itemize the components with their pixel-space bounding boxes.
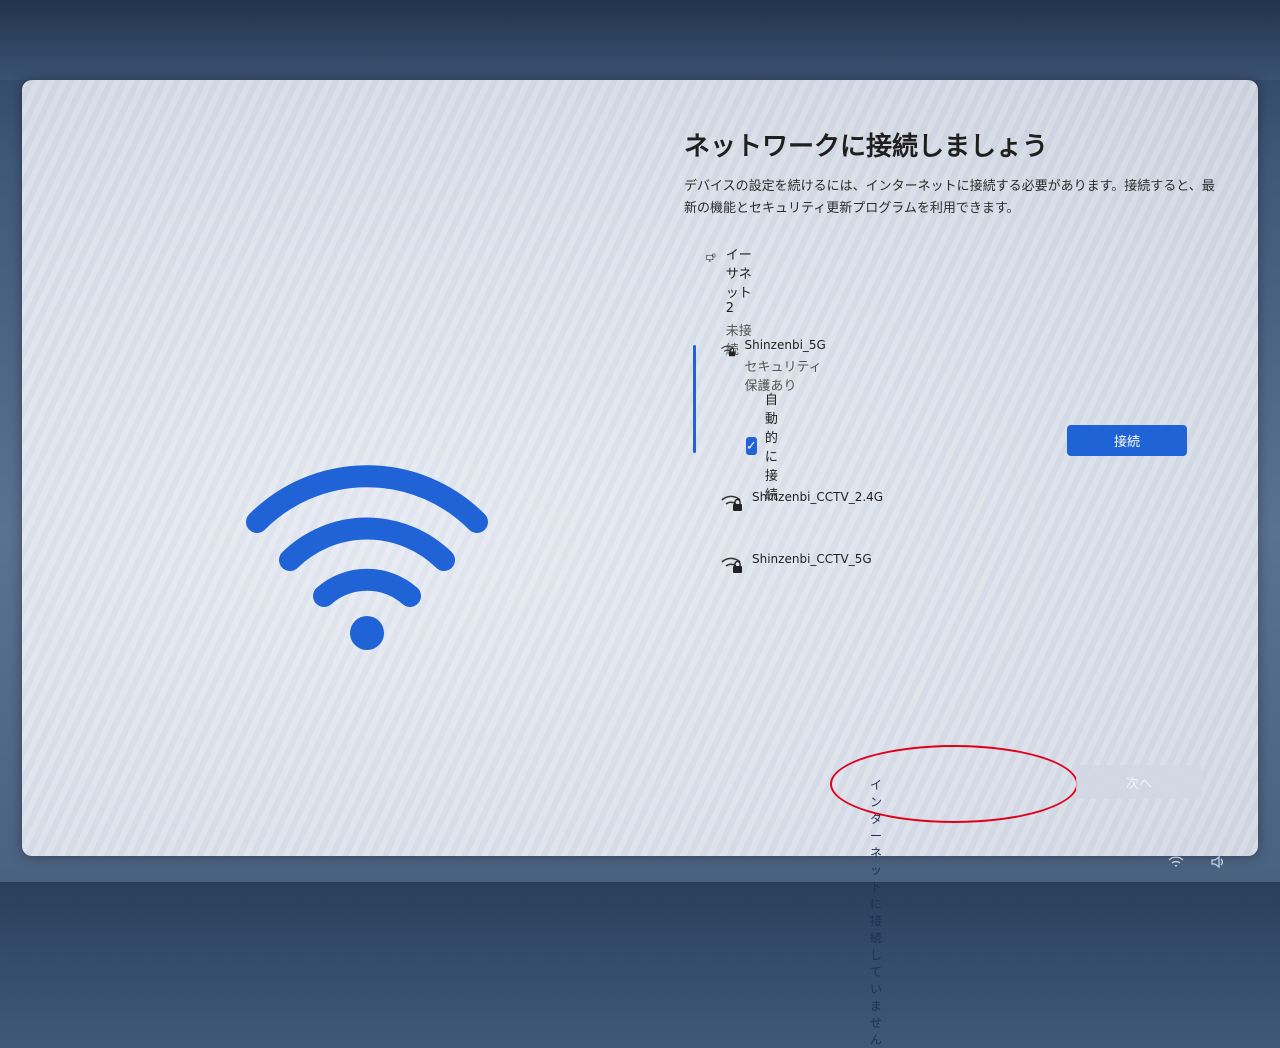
wifi-illustration-icon [246, 465, 488, 650]
screen-bezel [0, 0, 1280, 80]
auto-connect-checkbox[interactable]: ✓ 自動的に接続 [746, 389, 785, 503]
wifi-secure-icon [721, 495, 742, 511]
auto-connect-label: 自動的に接続 [764, 393, 778, 503]
next-button[interactable]: 次へ [1076, 765, 1202, 799]
network-ssid: Shinzenbi_CCTV_5G [752, 552, 872, 566]
network-tray-icon[interactable] [1168, 854, 1184, 870]
volume-tray-icon[interactable] [1210, 854, 1226, 870]
network-ssid: Shinzenbi_5G [744, 338, 826, 352]
network-item-shinzenbi-cctv-24g[interactable]: Shinzenbi_CCTV_2.4G [720, 490, 883, 512]
wifi-secure-icon [720, 345, 736, 357]
checkmark-icon: ✓ [746, 437, 757, 455]
ethernet-icon [706, 253, 716, 262]
page-title: ネットワークに接続しましょう [684, 132, 1049, 162]
network-ssid: Shinzenbi_CCTV_2.4G [752, 490, 884, 504]
network-item-shinzenbi-cctv-5g[interactable]: Shinzenbi_CCTV_5G [720, 552, 872, 574]
network-item-shinzenbi-5g[interactable]: Shinzenbi_5G セキュリティ保護あり [720, 338, 833, 394]
page-description: デバイスの設定を続けるには、インターネットに接続する必要があります。接続すると、… [684, 179, 1215, 216]
annotation-highlight-oval [830, 745, 1078, 823]
ethernet-name: イーサネット 2 [725, 248, 752, 316]
no-internet-link[interactable]: インターネットに接続していません [870, 776, 882, 1048]
wifi-secure-icon [721, 557, 742, 573]
connect-button[interactable]: 接続 [1067, 425, 1187, 456]
selection-indicator [693, 345, 696, 453]
